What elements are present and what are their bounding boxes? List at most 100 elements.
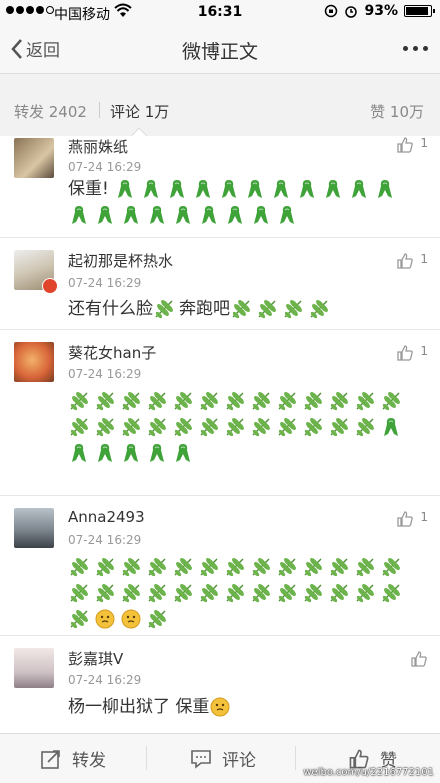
comment-label: 评论 [222, 751, 256, 771]
leaf-emoji-icon [304, 418, 322, 437]
comment-like-button[interactable]: 1 [396, 344, 428, 362]
leaf-emoji-icon [70, 558, 88, 577]
leaf-emoji-icon [200, 584, 218, 603]
ribbon-emoji-icon [196, 180, 211, 198]
ribbon-emoji-icon [176, 206, 190, 224]
avatar[interactable] [14, 648, 54, 688]
ribbon-emoji-icon [222, 180, 237, 198]
comment-author[interactable]: 起初那是杯热水 [68, 250, 173, 271]
tab-repost[interactable]: 转发 2402 [14, 101, 87, 122]
comment-like-button[interactable] [410, 650, 428, 668]
leaf-emoji-icon [304, 558, 322, 577]
tab-bar: 转发 2402 评论 1万 赞 10万 [0, 74, 440, 145]
comment-author[interactable]: 彭嘉琪V [68, 648, 123, 669]
ribbon-emoji-icon [72, 444, 86, 462]
leaf-emoji-icon [356, 558, 374, 577]
comment-text-content: 保重! [68, 179, 109, 199]
thumbs-up-icon [397, 137, 414, 153]
comment-button[interactable]: 评论 [190, 746, 256, 771]
leaf-emoji-icon [200, 558, 218, 577]
bottom-toolbar: 转发 评论 赞 weibo.com/u/2216772101 [0, 733, 440, 783]
page-title: 微博正文 [181, 41, 258, 63]
like-count: 1 [420, 136, 428, 150]
ribbon-emoji-icon [176, 444, 190, 462]
alarm-icon [345, 6, 358, 18]
verified-badge-icon [42, 278, 58, 294]
comment-time: 07-24 16:29 [68, 533, 142, 547]
comment-list[interactable]: 燕丽姝纸 07-24 16:29 1 保重! 起初那是杯热水 07-24 16:… [0, 136, 440, 733]
tab-comment[interactable]: 评论 1万 [110, 101, 169, 122]
leaf-emoji-icon [356, 584, 374, 603]
comment-text: 还有什么脸 奔跑吧 [68, 296, 422, 322]
comment-like-button[interactable]: 1 [396, 510, 428, 528]
leaf-emoji-icon [96, 584, 114, 603]
comment-text-part: 奔跑吧 [179, 299, 230, 319]
leaf-emoji-icon [252, 584, 270, 603]
comment-author[interactable]: 葵花女han子 [68, 342, 156, 363]
leaf-emoji-icon [278, 418, 296, 437]
thumbs-up-icon [411, 651, 427, 667]
comment-author[interactable]: Anna2493 [68, 508, 145, 526]
avatar[interactable] [14, 508, 54, 548]
ribbon-emoji-icon [150, 444, 164, 462]
ribbon-emoji-icon [202, 206, 216, 224]
ribbon-emoji-icon [254, 206, 268, 224]
ribbon-emoji-icon [280, 206, 294, 224]
rotation-lock-icon [325, 4, 338, 18]
like-count: 1 [420, 344, 428, 358]
comment-author[interactable]: 燕丽姝纸 [68, 136, 128, 157]
comment-item: 葵花女han子 07-24 16:29 1 [0, 330, 440, 496]
comment-like-button[interactable]: 1 [396, 252, 428, 270]
ribbon-emoji-icon [352, 180, 367, 198]
more-options-icon[interactable] [403, 46, 428, 51]
leaf-emoji-icon [122, 558, 140, 577]
leaf-emoji-icon [200, 392, 218, 411]
avatar[interactable] [14, 138, 54, 178]
leaf-emoji-icon [122, 584, 140, 603]
repost-button[interactable]: 转发 [40, 746, 106, 771]
ribbon-emoji-icon [124, 444, 138, 462]
battery-icon [404, 5, 435, 17]
toolbar-divider [146, 746, 147, 770]
leaf-emoji-icon [252, 418, 270, 437]
leaf-emoji-icon [258, 300, 276, 319]
leaf-emoji-icon [330, 392, 348, 411]
leaf-emoji-icon [200, 418, 218, 437]
avatar[interactable] [14, 342, 54, 382]
ribbon-emoji-icon [326, 180, 341, 198]
leaf-emoji-icon [96, 418, 114, 437]
emoji-row [153, 299, 179, 319]
leaf-emoji-icon [155, 300, 173, 319]
leaf-emoji-icon [70, 392, 88, 411]
leaf-emoji-icon [174, 584, 192, 603]
emoji-row [230, 299, 334, 319]
leaf-emoji-icon [310, 300, 328, 319]
comment-text [68, 388, 422, 466]
leaf-emoji-icon [356, 418, 374, 437]
leaf-emoji-icon [252, 558, 270, 577]
tab-like[interactable]: 赞 10万 [370, 101, 424, 122]
leaf-emoji-icon [382, 584, 400, 603]
leaf-emoji-icon [232, 300, 250, 319]
leaf-emoji-icon [304, 584, 322, 603]
status-bar: 中国移动 16:31 93% [0, 0, 440, 24]
leaf-emoji-icon [70, 610, 88, 629]
emoji-row [68, 179, 400, 225]
smiley-emoji-icon [121, 609, 141, 629]
comment-like-button[interactable]: 1 [396, 136, 428, 154]
leaf-emoji-icon [226, 392, 244, 411]
ribbon-emoji-icon [170, 180, 185, 198]
comment-item: 燕丽姝纸 07-24 16:29 1 保重! [0, 136, 440, 238]
leaf-emoji-icon [330, 584, 348, 603]
emoji-row [68, 391, 406, 437]
like-count: 1 [420, 510, 428, 524]
comment-item: Anna2493 07-24 16:29 1 [0, 496, 440, 636]
comment-text: 杨一柳出狱了 保重 [68, 694, 422, 720]
comment-text-content: 杨一柳出狱了 保重 [68, 697, 210, 717]
leaf-emoji-icon [174, 418, 192, 437]
leaf-emoji-icon [356, 392, 374, 411]
ribbon-emoji-icon [150, 206, 164, 224]
leaf-emoji-icon [148, 558, 166, 577]
ribbon-emoji-icon [98, 444, 112, 462]
leaf-emoji-icon [70, 418, 88, 437]
